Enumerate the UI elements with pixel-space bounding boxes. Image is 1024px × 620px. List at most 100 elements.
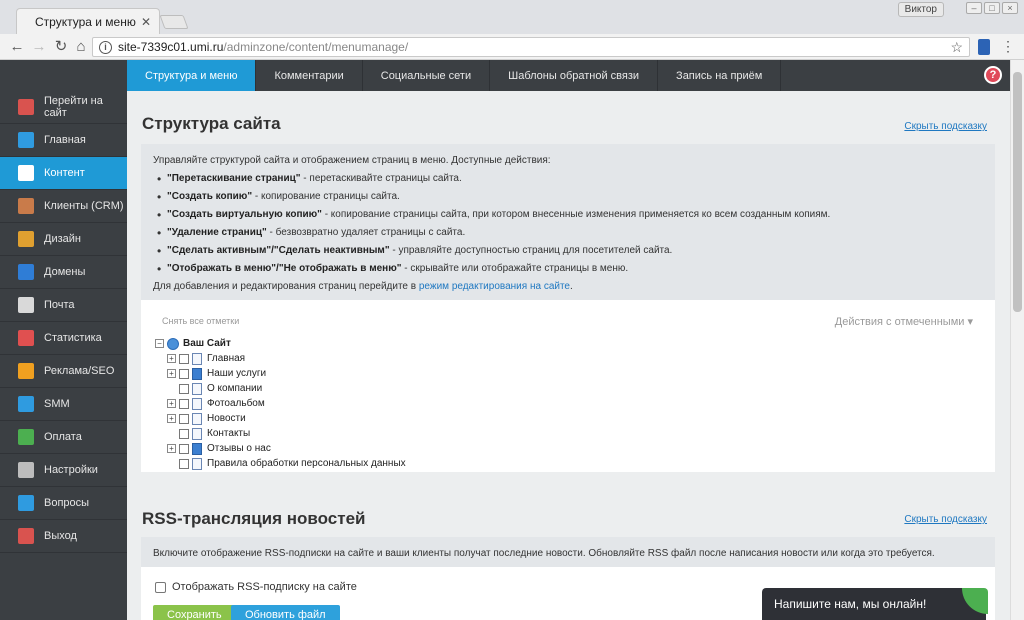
structure-action-name: "Создать копию"	[167, 191, 253, 202]
help-icon[interactable]: ?	[984, 66, 1002, 84]
page-icon	[192, 352, 202, 365]
sidebar-item[interactable]: Клиенты (CRM)	[0, 190, 127, 223]
expand-icon[interactable]: +	[167, 354, 176, 363]
power-icon	[18, 528, 34, 544]
tree-item[interactable]: Правила обработки персональных данных	[167, 456, 406, 471]
mail-icon	[18, 297, 34, 313]
sidebar-item[interactable]: Оплата	[0, 421, 127, 454]
close-tab-icon[interactable]: ✕	[141, 15, 151, 29]
uncheck-all-link[interactable]: Снять все отметки	[162, 316, 239, 326]
structure-title: Структура сайта	[142, 114, 281, 133]
tree-item-checkbox[interactable]	[179, 443, 189, 454]
update-file-button[interactable]: Обновить файл	[231, 605, 340, 620]
url-host: site-7339c01.umi.ru	[118, 40, 224, 54]
expand-icon[interactable]: +	[167, 444, 176, 453]
tree-item-label[interactable]: Наши услуги	[207, 368, 266, 379]
structure-intro: Управляйте структурой сайта и отображени…	[153, 155, 551, 166]
new-tab-button[interactable]	[159, 15, 189, 29]
edit-mode-link[interactable]: режим редактирования на сайте	[419, 281, 570, 292]
expand-icon[interactable]: +	[167, 399, 176, 408]
rss-checkbox-row[interactable]: Отображать RSS-подписку на сайте	[155, 581, 357, 593]
tree-item[interactable]: О компании	[167, 381, 406, 396]
home-browser-icon[interactable]: ⌂	[72, 38, 90, 56]
extension-icon[interactable]	[978, 39, 990, 55]
maximize-window-icon[interactable]: □	[984, 2, 1000, 14]
tree-item-label[interactable]: Фотоальбом	[207, 398, 265, 409]
sidebar-item-label: Вопросы	[44, 497, 90, 509]
back-arrow-icon[interactable]: ←	[8, 38, 26, 56]
tree-item[interactable]: + Главная	[167, 351, 406, 366]
tree-item[interactable]: + Фотоальбом	[167, 396, 406, 411]
collapse-icon[interactable]: −	[155, 339, 164, 348]
structure-actions-list: "Перетаскивание страниц" - перетаскивайт…	[153, 170, 983, 278]
expand-icon[interactable]: +	[167, 369, 176, 378]
sidebar-item[interactable]: Настройки	[0, 454, 127, 487]
browser-tab[interactable]: Структура и меню ✕	[16, 8, 160, 34]
tree-item-label[interactable]: О компании	[207, 383, 262, 394]
palette-icon	[18, 231, 34, 247]
sidebar-item[interactable]: Вопросы	[0, 487, 127, 520]
save-button[interactable]: Сохранить	[153, 605, 236, 620]
tree-item-label[interactable]: Контакты	[207, 428, 250, 439]
forward-arrow-icon[interactable]: →	[30, 38, 48, 56]
top-tab[interactable]: Комментарии	[256, 60, 363, 91]
tree-item-label[interactable]: Правила обработки персональных данных	[207, 458, 406, 469]
browser-user-chip[interactable]: Виктор	[897, 2, 944, 17]
tree-item[interactable]: + Наши услуги	[167, 366, 406, 381]
tree-item-checkbox[interactable]	[179, 383, 189, 394]
rss-hide-hint-link[interactable]: Скрыть подсказку	[904, 514, 987, 525]
tree-item-checkbox[interactable]	[179, 398, 189, 409]
rss-checkbox[interactable]	[155, 581, 166, 593]
scrollbar-thumb[interactable]	[1013, 72, 1022, 312]
structure-action-desc: - копирование страницы сайта, при которо…	[321, 209, 831, 220]
tree-item[interactable]: Контакты	[167, 426, 406, 441]
sidebar-item-label: Настройки	[44, 464, 98, 476]
sidebar-item[interactable]: Реклама/SEO	[0, 355, 127, 388]
sidebar-item[interactable]: Почта	[0, 289, 127, 322]
tree-root[interactable]: − Ваш Сайт	[155, 336, 406, 351]
browser-tab-title: Структура и меню	[35, 14, 136, 29]
structure-hide-hint-link[interactable]: Скрыть подсказку	[904, 121, 987, 132]
close-window-icon[interactable]: ×	[1002, 2, 1018, 14]
tree-item-label[interactable]: Отзывы о нас	[207, 443, 271, 454]
minimize-window-icon[interactable]: –	[966, 2, 982, 14]
reload-icon[interactable]: ↻	[52, 38, 70, 56]
page-icon	[192, 367, 202, 380]
page-icon	[192, 382, 202, 395]
sidebar-item[interactable]: Выход	[0, 520, 127, 553]
tree-item-checkbox[interactable]	[179, 428, 189, 439]
page-scrollbar[interactable]	[1010, 60, 1024, 620]
top-tab[interactable]: Шаблоны обратной связи	[490, 60, 659, 91]
tree-item[interactable]: + Отзывы о нас	[167, 441, 406, 456]
tree-item-checkbox[interactable]	[179, 368, 189, 379]
sidebar-item[interactable]: Перейти на сайт	[0, 91, 127, 124]
tree-item[interactable]: + Новости	[167, 411, 406, 426]
sidebar-item[interactable]: Дизайн	[0, 223, 127, 256]
sidebar-item[interactable]: Контент	[0, 157, 127, 190]
site-info-icon[interactable]: i	[99, 40, 112, 54]
tree-item-label[interactable]: Новости	[207, 413, 246, 424]
page-icon	[192, 412, 202, 425]
address-bar[interactable]: i site-7339c01.umi.ru/adminzone/content/…	[92, 37, 970, 57]
bookmark-star-icon[interactable]: ☆	[950, 39, 963, 56]
online-chat-widget[interactable]: Напишите нам, мы онлайн!	[762, 588, 988, 620]
tree-item-checkbox[interactable]	[179, 413, 189, 424]
sidebar-item[interactable]: Статистика	[0, 322, 127, 355]
top-tab[interactable]: Структура и меню	[127, 60, 257, 91]
rss-hint-box: Включите отображение RSS-подписки на сай…	[141, 537, 995, 567]
tree-item-label[interactable]: Главная	[207, 353, 245, 364]
sidebar-item[interactable]: Домены	[0, 256, 127, 289]
tree-item-checkbox[interactable]	[179, 353, 189, 364]
people-icon	[18, 396, 34, 412]
person-icon	[18, 198, 34, 214]
top-tab[interactable]: Социальные сети	[363, 60, 491, 91]
tree-item-checkbox[interactable]	[179, 458, 189, 469]
actions-with-selected-dropdown[interactable]: Действия с отмеченными ▾	[835, 315, 973, 328]
expand-icon[interactable]: +	[167, 414, 176, 423]
sidebar: Перейти на сайт Главная Контент Клиенты (CR…	[0, 91, 127, 620]
ru-domain-icon	[18, 264, 34, 280]
sidebar-item[interactable]: SMM	[0, 388, 127, 421]
browser-menu-icon[interactable]: ⋮	[1001, 38, 1015, 54]
top-tab[interactable]: Запись на приём	[658, 60, 782, 91]
sidebar-item[interactable]: Главная	[0, 124, 127, 157]
